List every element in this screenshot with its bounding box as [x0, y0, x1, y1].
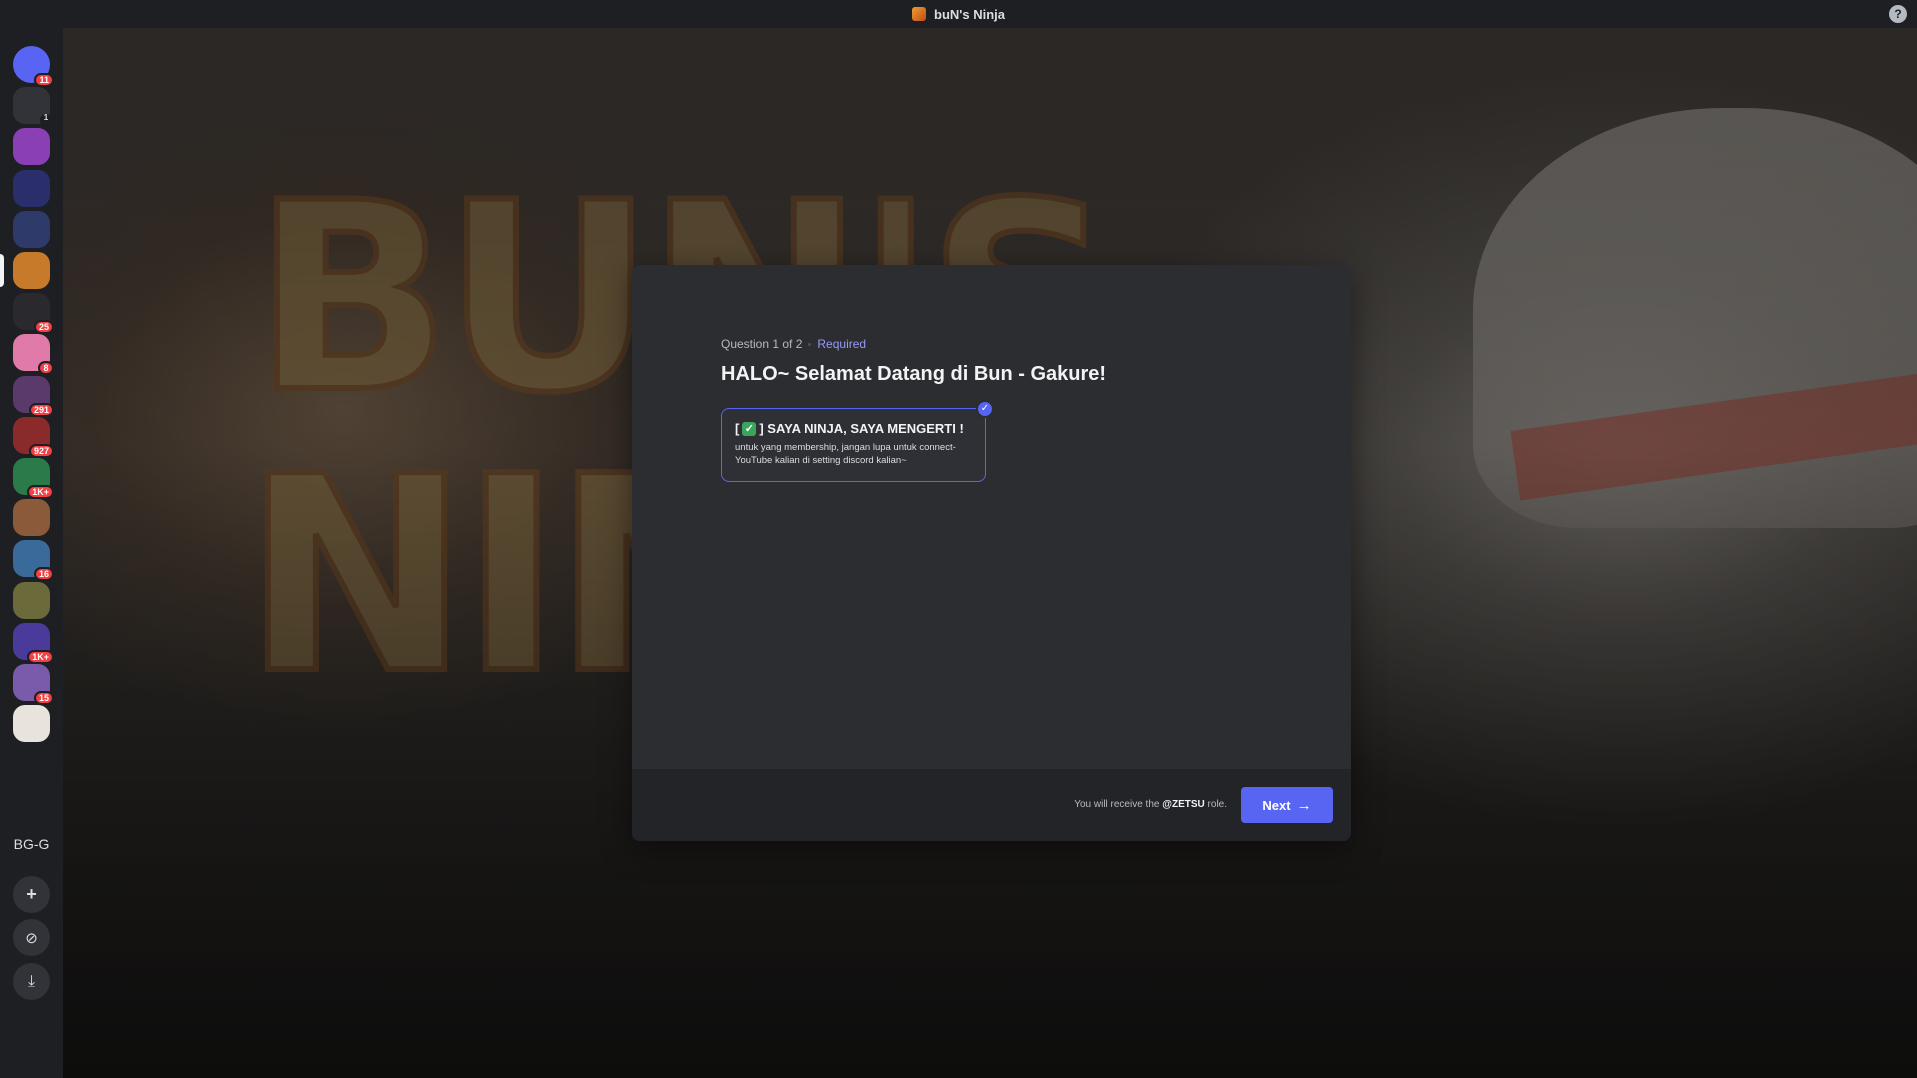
server-icon-server-4[interactable] [13, 170, 50, 207]
question-title: HALO~ Selamat Datang di Bun - Gakure! [721, 363, 1107, 385]
modal-body: Question 1 of 2 Required HALO~ Selamat D… [632, 265, 1351, 769]
role-note: You will receive the @ZETSU role. [1074, 799, 1227, 810]
server-icon-server-7[interactable]: 25 [13, 293, 54, 334]
server-text-bg-g[interactable]: BG-G [6, 836, 57, 852]
next-button[interactable]: Next → [1241, 787, 1333, 823]
required-label: Required [817, 337, 867, 351]
server-icon-notifications[interactable]: 1 [13, 87, 52, 126]
option-description: untuk yang membership, jangan lupa untuk… [735, 442, 956, 466]
unread-badge: 1 [40, 114, 52, 126]
server-icon-server-12[interactable] [13, 499, 50, 536]
server-icon-buns-ninja[interactable] [13, 252, 50, 289]
unread-badge: 16 [33, 567, 54, 581]
window-title: buN's Ninja [934, 6, 1005, 22]
explore-servers-button[interactable]: ⊘ [13, 919, 50, 956]
server-icon-server-14[interactable] [13, 582, 50, 619]
unread-badge: 11 [34, 73, 54, 87]
unread-badge: 291 [28, 403, 54, 417]
separator-dot [808, 342, 812, 346]
download-apps-button[interactable]: ⤓ [13, 963, 50, 1000]
server-icon-server-10[interactable]: 927 [13, 417, 54, 458]
selected-check-icon: ✓ [976, 400, 994, 418]
next-button-label: Next [1262, 797, 1291, 813]
question-meta: Question 1 of 2 Required [721, 337, 866, 351]
selected-server-pill [0, 254, 4, 287]
unread-badge: 25 [33, 320, 54, 334]
server-icon-server-15[interactable]: 1K+ [13, 623, 54, 664]
help-icon[interactable]: ? [1889, 5, 1907, 23]
check-mark-emoji-icon: ✓ [742, 421, 757, 436]
download-icon: ⤓ [27, 972, 36, 990]
server-icon-server-16[interactable]: 15 [13, 664, 54, 705]
option-label: [ ✓ ] SAYA NINJA, SAYA MENGERTI ! [735, 421, 972, 436]
unread-badge: 15 [33, 691, 54, 705]
plus-icon: + [26, 884, 37, 904]
server-icon-discord-home[interactable]: 11 [13, 46, 54, 87]
option-label-text: ] SAYA NINJA, SAYA MENGERTI ! [759, 421, 964, 436]
server-icon-server-11[interactable]: 1K+ [13, 458, 54, 499]
role-name: @ZETSU [1162, 799, 1205, 810]
server-icon-server-8[interactable]: 8 [13, 334, 54, 375]
role-note-suffix: role. [1207, 799, 1227, 810]
unread-badge: 1K+ [27, 650, 54, 664]
window-title-group: buN's Ninja [912, 7, 1005, 22]
title-bar: buN's Ninja ? [0, 0, 1917, 28]
server-icon-server-17[interactable] [13, 705, 50, 742]
server-sidebar: BG-G + ⊘ ⤓ 11 1 25 8 291 927 1K+ 16 1K+ 15 [0, 28, 63, 1078]
unread-badge: 927 [28, 444, 54, 458]
role-note-prefix: You will receive the [1074, 799, 1160, 810]
modal-footer: You will receive the @ZETSU role. Next → [632, 769, 1351, 841]
compass-icon: ⊘ [25, 929, 38, 947]
unread-badge: 1K+ [27, 485, 54, 499]
answer-option[interactable]: [ ✓ ] SAYA NINJA, SAYA MENGERTI ! untuk … [721, 400, 994, 482]
server-logo-icon [912, 7, 926, 21]
onboarding-modal: Question 1 of 2 Required HALO~ Selamat D… [632, 265, 1351, 841]
arrow-right-icon: → [1296, 796, 1312, 814]
server-icon-server-13[interactable]: 16 [13, 540, 54, 581]
add-server-button[interactable]: + [13, 876, 50, 913]
server-icon-server-5[interactable] [13, 211, 50, 248]
question-counter: Question 1 of 2 [721, 337, 803, 351]
unread-badge: 8 [38, 361, 54, 375]
server-icon-server-3[interactable] [13, 128, 50, 165]
option-label-prefix: [ [735, 421, 740, 436]
server-icon-server-9[interactable]: 291 [13, 376, 54, 417]
